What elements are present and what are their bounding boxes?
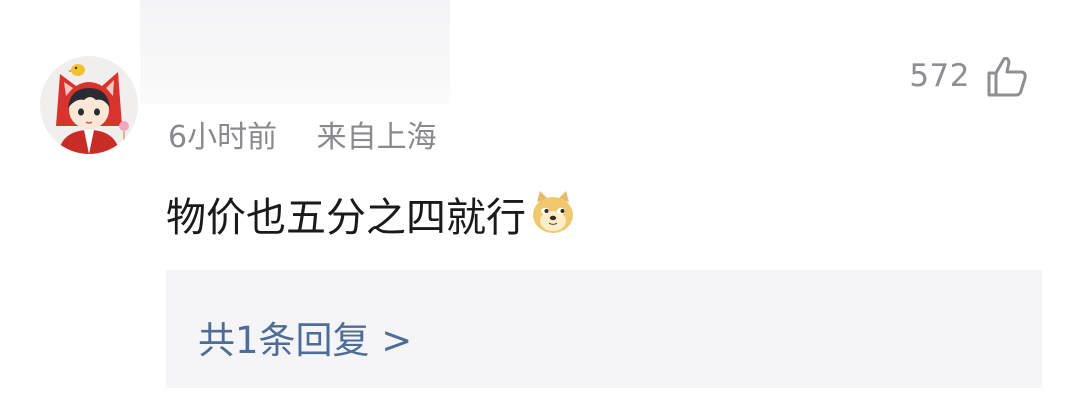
comment-text: 物价也五分之四就行 bbox=[166, 195, 526, 241]
avatar[interactable] bbox=[40, 56, 138, 154]
thumbs-up-icon[interactable] bbox=[984, 54, 1030, 100]
comment-time: 6小时前 bbox=[168, 120, 278, 155]
replies-panel: 共1条回复 > bbox=[166, 270, 1042, 388]
username-redacted bbox=[140, 0, 450, 104]
doge-emoji-svg bbox=[533, 191, 573, 233]
comment-location: 来自上海 bbox=[316, 120, 437, 155]
avatar-image bbox=[40, 56, 138, 154]
view-replies-link[interactable]: 共1条回复 > bbox=[198, 310, 412, 364]
doge-emoji-icon bbox=[528, 188, 578, 238]
comment-content: 物价也五分之四就行 bbox=[166, 185, 578, 243]
thumbs-up-icon-svg bbox=[987, 56, 1027, 97]
comment-item: 572 6小时前 来自上海 物价也五分之四就行 共1条回复 > bbox=[0, 0, 1080, 401]
like-count: 572 bbox=[909, 58, 970, 94]
comment-meta: 6小时前 来自上海 bbox=[168, 112, 437, 156]
